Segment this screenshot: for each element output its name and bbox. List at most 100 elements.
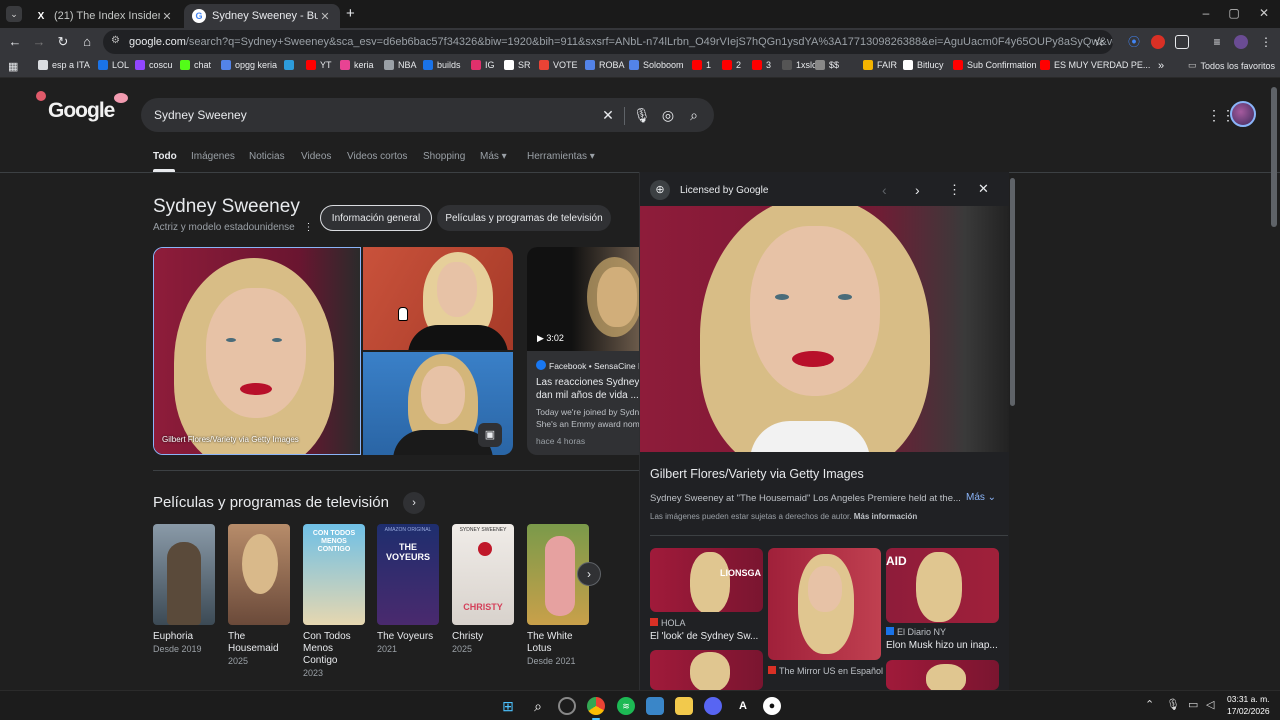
- page-scrollbar[interactable]: [1271, 87, 1277, 227]
- chevron-right-icon[interactable]: ›: [403, 492, 426, 514]
- more-options-icon[interactable]: ⋮: [304, 222, 314, 233]
- bookmark-item[interactable]: IG: [471, 60, 495, 70]
- tab-x[interactable]: X (21) The Index Insider en X: "To ✕: [26, 4, 182, 28]
- extensions-puzzle-icon[interactable]: [1175, 35, 1189, 49]
- video-card[interactable]: ▶ 3:02 Facebook • SensaCine L Las reacci…: [527, 247, 639, 455]
- file-explorer-icon[interactable]: [675, 697, 693, 715]
- account-avatar[interactable]: [1230, 101, 1256, 127]
- chrome-icon[interactable]: [587, 697, 605, 715]
- photo-thumbnail[interactable]: [363, 247, 513, 350]
- bookmark-item[interactable]: 3: [752, 60, 771, 70]
- back-icon[interactable]: ←: [7, 34, 23, 50]
- bookmark-item[interactable]: chat: [180, 60, 211, 70]
- tab-videos[interactable]: Videos: [301, 151, 331, 162]
- poster-the-housemaid[interactable]: [228, 524, 290, 625]
- google-logo[interactable]: Google: [36, 91, 132, 125]
- bookmark-item[interactable]: keria: [340, 60, 374, 70]
- spotify-icon[interactable]: ≋: [617, 697, 635, 715]
- new-tab-button[interactable]: +: [346, 5, 355, 22]
- bookmark-item[interactable]: VOTE: [539, 60, 578, 70]
- bookmark-item[interactable]: SR: [504, 60, 531, 70]
- bookmark-item[interactable]: opgg keria: [221, 60, 277, 70]
- poster-christy[interactable]: SYDNEY SWEENEY CHRISTY: [452, 524, 514, 625]
- movie-title[interactable]: The Housemaid: [228, 631, 286, 655]
- bookmark-item[interactable]: builds: [423, 60, 461, 70]
- close-window-button[interactable]: ✕: [1254, 6, 1274, 20]
- forward-icon[interactable]: →: [31, 34, 47, 50]
- movies-section-title[interactable]: Películas y programas de televisión ›: [153, 492, 426, 514]
- bookmark-item[interactable]: LOL: [98, 60, 129, 70]
- apps-grid-icon[interactable]: ▦: [8, 60, 18, 73]
- bookmark-item[interactable]: YT: [306, 60, 332, 70]
- bookmark-item[interactable]: Sub Confirmation: [953, 60, 1037, 70]
- profile-avatar[interactable]: [1234, 35, 1248, 49]
- volume-icon[interactable]: ◁: [1206, 698, 1214, 711]
- app-icon[interactable]: A: [734, 697, 752, 715]
- bookmark-star-icon[interactable]: ☆: [1093, 34, 1105, 50]
- home-icon[interactable]: ⌂: [79, 34, 95, 50]
- close-icon[interactable]: ✕: [978, 181, 989, 197]
- movie-title[interactable]: The White Lotus: [527, 631, 587, 655]
- movie-title[interactable]: Euphoria: [153, 631, 223, 643]
- poster-con-todos-menos-contigo[interactable]: CON TODOS MENOS CONTIGO: [303, 524, 365, 625]
- maximize-button[interactable]: ▢: [1224, 6, 1244, 20]
- photo-thumbnail[interactable]: ▣: [363, 352, 513, 455]
- related-title[interactable]: Elon Musk hizo un inap...: [886, 640, 999, 651]
- tab-videos-cortos[interactable]: Videos cortos: [347, 151, 407, 162]
- close-icon[interactable]: ✕: [318, 10, 332, 23]
- bookmarks-overflow-button[interactable]: »: [1158, 60, 1164, 72]
- chevron-left-icon[interactable]: ‹: [882, 182, 887, 198]
- tab-shopping[interactable]: Shopping: [423, 151, 465, 162]
- bookmark-item[interactable]: [284, 60, 298, 70]
- clear-icon[interactable]: ✕: [600, 107, 616, 123]
- movie-title[interactable]: The Voyeurs: [377, 631, 447, 643]
- chip-informacion-general[interactable]: Información general: [320, 205, 432, 231]
- main-photo[interactable]: Gilbert Flores/Variety via Getty Images: [153, 247, 361, 455]
- bookmark-item[interactable]: 2: [722, 60, 741, 70]
- panel-scrollbar[interactable]: [1010, 178, 1015, 406]
- tab-search-button[interactable]: ⌄: [6, 6, 22, 22]
- microphone-icon[interactable]: 🎙: [1166, 698, 1180, 711]
- bookmark-item[interactable]: coscu: [135, 60, 173, 70]
- address-bar[interactable]: ⚙ google.com /search?q=Sydney+Sweeney&sc…: [103, 30, 1113, 54]
- menu-dots-icon[interactable]: ⋮: [1259, 35, 1273, 49]
- chevron-right-icon[interactable]: ›: [915, 182, 920, 198]
- media-controls-icon[interactable]: ≡: [1210, 35, 1224, 49]
- notepad-icon[interactable]: [646, 697, 664, 715]
- more-options-icon[interactable]: ⋮: [948, 182, 961, 198]
- more-link[interactable]: Más ⌄: [966, 492, 996, 503]
- system-tray-chevron-icon[interactable]: ⌃: [1145, 698, 1154, 711]
- related-image[interactable]: AID: [886, 548, 999, 623]
- related-image[interactable]: [768, 548, 881, 660]
- preview-image-title[interactable]: Gilbert Flores/Variety via Getty Images: [650, 467, 864, 481]
- bookmark-item[interactable]: 1xslot: [782, 60, 820, 70]
- poster-the-voyeurs[interactable]: AMAZON ORIGINAL THE VOYEURS: [377, 524, 439, 625]
- image-search-icon[interactable]: ▣: [478, 423, 502, 447]
- clock-time[interactable]: 03:31 a. m.: [1227, 694, 1270, 704]
- app-icon[interactable]: ●: [763, 697, 781, 715]
- bookmark-item[interactable]: FAIR: [863, 60, 897, 70]
- search-icon[interactable]: ⌕: [529, 697, 547, 715]
- app-icon[interactable]: [558, 697, 576, 715]
- tab-mas[interactable]: Más ▾: [480, 151, 507, 162]
- bookmark-item[interactable]: NBA: [384, 60, 417, 70]
- extension-icon[interactable]: ⦿: [1127, 35, 1141, 49]
- extension-icon[interactable]: [1151, 35, 1165, 49]
- minimize-button[interactable]: –: [1196, 6, 1216, 20]
- bookmark-item[interactable]: $$: [815, 60, 839, 70]
- bookmark-item[interactable]: esp a ITA: [38, 60, 90, 70]
- all-bookmarks-folder[interactable]: ▭ Todos los favoritos: [1188, 60, 1275, 71]
- clock-date[interactable]: 17/02/2026: [1227, 706, 1270, 716]
- reload-icon[interactable]: ↻: [55, 34, 71, 50]
- site-info-icon[interactable]: ⚙: [111, 35, 120, 46]
- lens-icon[interactable]: ◎: [660, 107, 676, 123]
- microphone-icon[interactable]: 🎙: [633, 107, 651, 123]
- more-info-link[interactable]: Más información: [854, 512, 918, 521]
- carousel-next-button[interactable]: ›: [577, 562, 601, 586]
- tab-google[interactable]: G Sydney Sweeney - Buscar con G ✕: [184, 4, 340, 28]
- poster-euphoria[interactable]: [153, 524, 215, 625]
- windows-start-icon[interactable]: ⊞: [499, 697, 517, 715]
- preview-image[interactable]: [640, 206, 1009, 452]
- bookmark-item[interactable]: Bitlucy: [903, 60, 944, 70]
- movie-title[interactable]: Con Todos Menos Contigo: [303, 631, 363, 667]
